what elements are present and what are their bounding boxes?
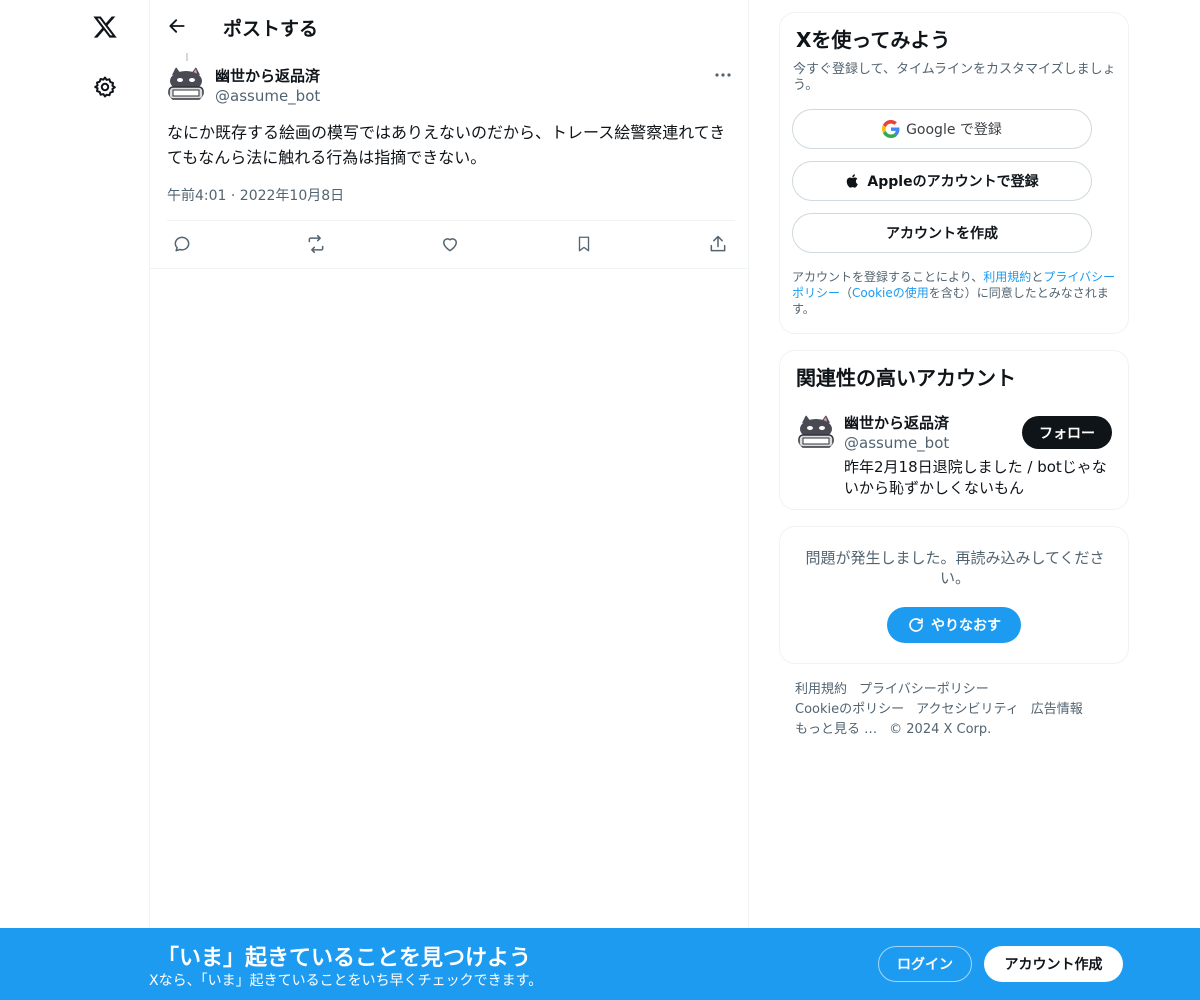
refresh-icon bbox=[907, 616, 925, 634]
thread-line bbox=[186, 53, 188, 61]
post-text: なにか既存する絵画の模写ではありえないのだから、トレース絵警察連れてきてもなんら… bbox=[167, 123, 726, 167]
terms-link[interactable]: 利用規約 bbox=[983, 270, 1031, 284]
terms-prefix: アカウントを登録することにより、 bbox=[792, 270, 984, 284]
arrow-left-icon[interactable] bbox=[162, 11, 192, 41]
follow-button[interactable]: フォロー bbox=[1022, 416, 1112, 449]
cookie-link[interactable]: Cookieの使用 bbox=[852, 286, 929, 300]
footer-link[interactable]: プライバシーポリシー bbox=[859, 682, 989, 697]
avatar[interactable] bbox=[796, 413, 836, 453]
left-nav bbox=[0, 0, 150, 1000]
main-column: ポストする 幽世から返品済 @assume_bot なにか既存する絵画の模写では… bbox=[149, 0, 750, 1000]
terms-and: と bbox=[1031, 270, 1044, 284]
login-button[interactable]: ログイン bbox=[878, 946, 972, 982]
signup-banner: 「いま」起きていることを見つけよう Xなら、「いま」起きていることをいち早くチェ… bbox=[0, 928, 1200, 1000]
apple-signup-label: Appleのアカウントで登録 bbox=[867, 174, 1039, 190]
banner-title: 「いま」起きていることを見つけよう bbox=[157, 946, 532, 971]
google-signup-button[interactable]: Google で登録 bbox=[792, 109, 1092, 149]
banner-subtitle: Xなら、「いま」起きていることをいち早くチェックできます。 bbox=[149, 973, 543, 989]
gear-icon[interactable] bbox=[90, 72, 120, 102]
more-icon[interactable] bbox=[710, 65, 736, 85]
footer-link[interactable]: 広告情報 bbox=[1031, 702, 1083, 717]
related-title: 関連性の高いアカウント bbox=[796, 366, 1016, 390]
error-message: 問題が発生しました。再読み込みしてください。 bbox=[805, 549, 1105, 587]
signup-card: Xを使ってみよう 今すぐ登録して、タイムラインをカスタマイズしましょう。 Goo… bbox=[779, 12, 1129, 334]
share-icon[interactable] bbox=[703, 231, 733, 257]
avatar[interactable] bbox=[166, 65, 206, 105]
post-actions bbox=[167, 231, 735, 257]
google-icon bbox=[882, 120, 900, 138]
related-accounts-card: 関連性の高いアカウント 幽世から返品済 @assume_bot 昨年2月18日退… bbox=[779, 350, 1129, 510]
signup-subtitle: 今すぐ登録して、タイムラインをカスタマイズしましょう。 bbox=[793, 62, 1116, 93]
create-account-button[interactable]: アカウントを作成 bbox=[792, 213, 1092, 253]
related-account-handle[interactable]: @assume_bot bbox=[844, 434, 949, 452]
retry-button[interactable]: やりなおす bbox=[887, 607, 1021, 643]
signup-title: Xを使ってみよう bbox=[796, 28, 951, 52]
apple-icon bbox=[845, 172, 861, 190]
post-timestamp[interactable]: 午前4:01 · 2022年10月8日 bbox=[167, 185, 344, 205]
like-icon[interactable] bbox=[435, 231, 465, 257]
google-signup-label: Google で登録 bbox=[906, 122, 1002, 138]
x-logo-icon[interactable] bbox=[86, 8, 124, 46]
author-handle[interactable]: @assume_bot bbox=[215, 87, 320, 105]
copyright: © 2024 X Corp. bbox=[889, 722, 992, 737]
create-account-label: アカウントを作成 bbox=[886, 226, 998, 242]
page-title: ポストする bbox=[223, 18, 319, 40]
banner-create-account-button[interactable]: アカウント作成 bbox=[984, 946, 1123, 982]
reply-icon[interactable] bbox=[167, 231, 197, 257]
footer-link[interactable]: 利用規約 bbox=[795, 682, 847, 697]
bookmark-icon[interactable] bbox=[569, 231, 599, 257]
footer-more-link[interactable]: もっと見る … bbox=[795, 722, 877, 737]
retry-label: やりなおす bbox=[931, 618, 1001, 634]
repost-icon[interactable] bbox=[301, 231, 331, 257]
footer-link[interactable]: アクセシビリティ bbox=[916, 702, 1019, 717]
related-account-name[interactable]: 幽世から返品済 bbox=[844, 412, 949, 433]
error-card: 問題が発生しました。再読み込みしてください。 やりなおす bbox=[779, 526, 1129, 664]
author-name[interactable]: 幽世から返品済 bbox=[215, 65, 320, 86]
divider bbox=[167, 220, 735, 221]
terms-notice: アカウントを登録することにより、利用規約とプライバシーポリシー（Cookieの使… bbox=[792, 269, 1122, 317]
related-account-bio: 昨年2月18日退院しました / botじゃないから恥ずかしくないもん bbox=[844, 458, 1107, 497]
terms-paren: （ bbox=[840, 286, 853, 300]
divider bbox=[150, 268, 750, 269]
apple-signup-button[interactable]: Appleのアカウントで登録 bbox=[792, 161, 1092, 201]
footer-link[interactable]: Cookieのポリシー bbox=[795, 702, 904, 717]
footer-links: 利用規約 プライバシーポリシー Cookieのポリシー アクセシビリティ 広告情報 も… bbox=[795, 680, 1125, 740]
page-header: ポストする bbox=[150, 0, 750, 53]
